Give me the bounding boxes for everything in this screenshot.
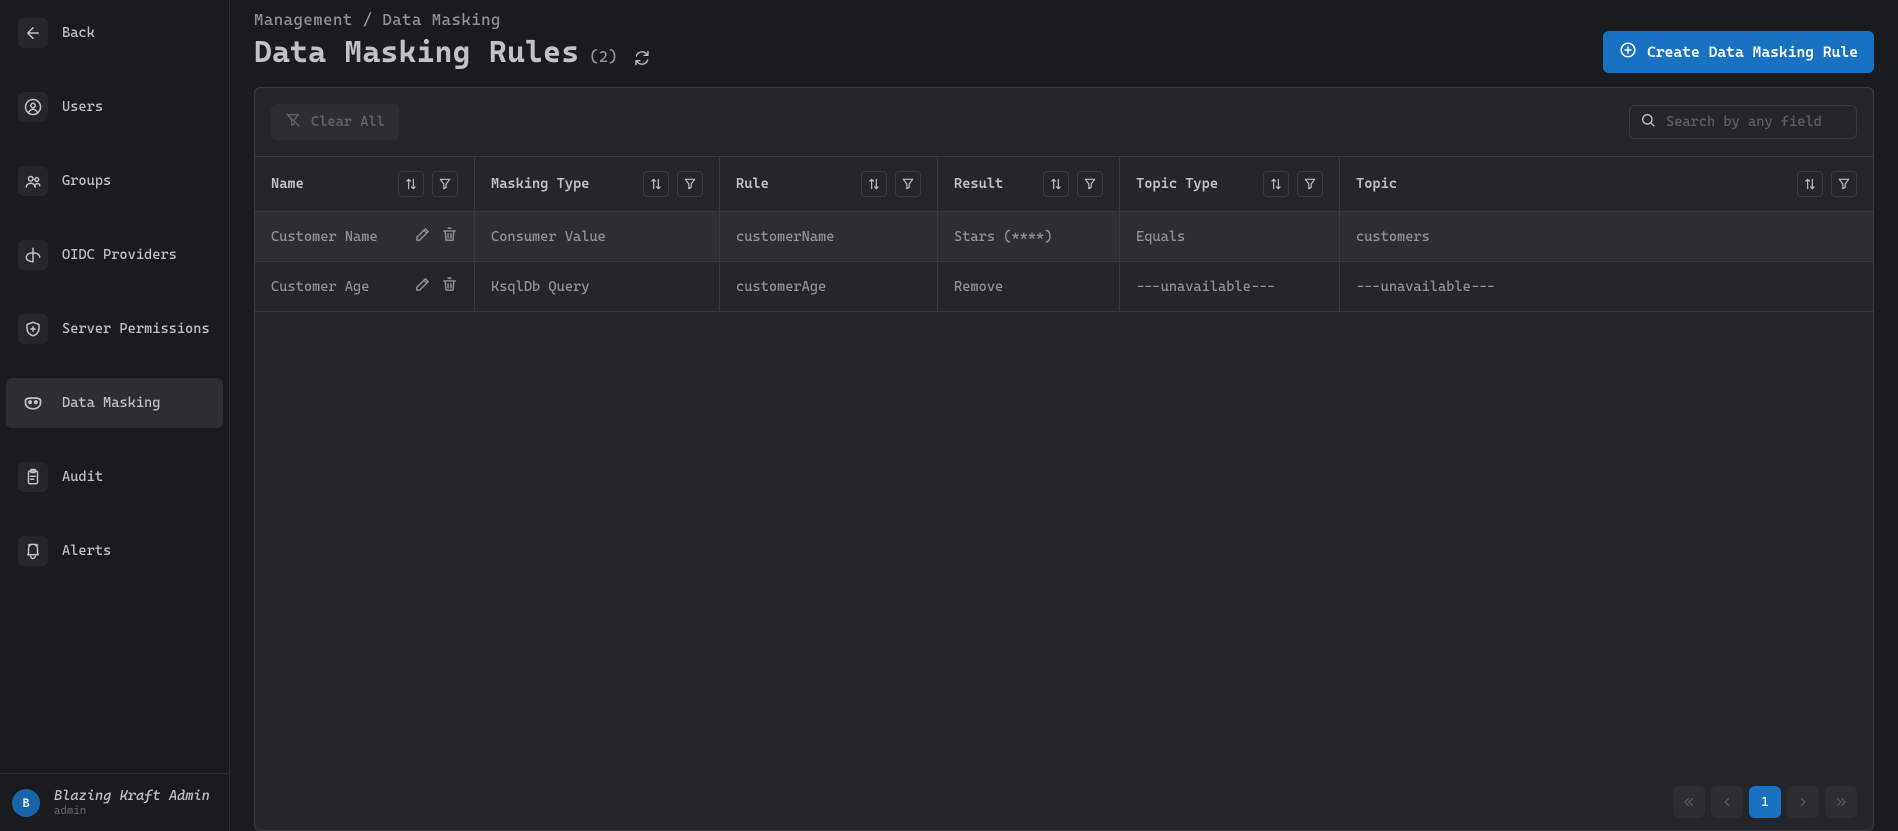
cell-result: Remove [954, 279, 1103, 295]
column-header-name: Name [255, 157, 475, 211]
edit-icon[interactable] [414, 276, 431, 297]
page-title: Data Masking Rules [254, 35, 579, 70]
user-circle-icon [18, 92, 48, 122]
filter-icon[interactable] [1831, 171, 1857, 197]
users-icon [18, 166, 48, 196]
sort-icon[interactable] [861, 171, 887, 197]
sidebar-item-alerts[interactable]: Alerts [6, 526, 223, 576]
cell-topic-type: Equals [1136, 229, 1323, 245]
create-button[interactable]: Create Data Masking Rule [1603, 31, 1874, 73]
trash-icon[interactable] [441, 276, 458, 297]
table-header: Name Masking Type Rule [255, 157, 1873, 212]
sidebar-item-label: Users [62, 99, 103, 115]
cell-rule: customerName [736, 229, 921, 245]
create-button-label: Create Data Masking Rule [1647, 43, 1858, 61]
breadcrumb-current: Data Masking [382, 10, 501, 29]
main-content: Management / Data Masking Data Masking R… [230, 0, 1898, 831]
user-role: admin [54, 804, 210, 817]
clear-all-button[interactable]: Clear All [271, 104, 399, 140]
search-input[interactable] [1666, 114, 1846, 130]
sidebar: Back Users Groups OIDC Providers Server … [0, 0, 230, 831]
sidebar-item-back[interactable]: Back [6, 8, 223, 58]
arrow-left-icon [18, 18, 48, 48]
sidebar-item-label: Alerts [62, 543, 111, 559]
avatar: B [12, 789, 40, 817]
user-info: Blazing Kraft Admin admin [54, 788, 210, 817]
column-header-result: Result [938, 157, 1120, 211]
table-row[interactable]: Customer Age KsqlDb Query customerAge Re… [255, 262, 1873, 312]
table-panel: Clear All Name Masking Type [254, 87, 1874, 831]
title-group: Data Masking Rules (2) [254, 35, 650, 70]
openid-icon [18, 240, 48, 270]
sort-icon[interactable] [1043, 171, 1069, 197]
sidebar-item-label: Groups [62, 173, 111, 189]
sort-icon[interactable] [1797, 171, 1823, 197]
sidebar-item-label: Audit [62, 469, 103, 485]
plus-circle-icon [1619, 41, 1637, 63]
sidebar-item-label: Back [62, 25, 95, 41]
page-next-button[interactable] [1787, 786, 1819, 818]
table-body: Customer Name Consumer Value customerNam… [255, 212, 1873, 774]
page-last-button[interactable] [1825, 786, 1857, 818]
sidebar-items: Back Users Groups OIDC Providers Server … [0, 0, 229, 773]
shield-plus-icon [18, 314, 48, 344]
column-header-topic: Topic [1340, 157, 1873, 211]
breadcrumb-parent[interactable]: Management [254, 10, 353, 29]
cell-rule: customerAge [736, 279, 921, 295]
sidebar-item-label: Data Masking [62, 395, 160, 411]
clipboard-icon [18, 462, 48, 492]
cell-name: Customer Name [271, 229, 414, 245]
cell-topic-type: ---unavailable--- [1136, 279, 1323, 295]
panel-toolbar: Clear All [255, 88, 1873, 156]
search-wrap[interactable] [1629, 105, 1857, 139]
filter-off-icon [285, 112, 301, 132]
sidebar-item-label: OIDC Providers [62, 247, 177, 263]
search-icon [1640, 112, 1656, 132]
sidebar-item-groups[interactable]: Groups [6, 156, 223, 206]
cell-result: Stars (****) [954, 229, 1103, 245]
trash-icon[interactable] [441, 226, 458, 247]
edit-icon[interactable] [414, 226, 431, 247]
filter-icon[interactable] [432, 171, 458, 197]
cell-masking-type: Consumer Value [491, 229, 703, 245]
header-row: Data Masking Rules (2) Create Data Maski… [254, 31, 1874, 73]
sort-icon[interactable] [643, 171, 669, 197]
sidebar-item-data-masking[interactable]: Data Masking [6, 378, 223, 428]
breadcrumb-sep: / [363, 10, 373, 29]
user-name: Blazing Kraft Admin [54, 788, 210, 804]
cell-masking-type: KsqlDb Query [491, 279, 703, 295]
clear-all-label: Clear All [311, 114, 385, 130]
table-row[interactable]: Customer Name Consumer Value customerNam… [255, 212, 1873, 262]
sort-icon[interactable] [398, 171, 424, 197]
alert-icon [18, 536, 48, 566]
filter-icon[interactable] [895, 171, 921, 197]
sidebar-item-label: Server Permissions [62, 321, 210, 337]
data-table: Name Masking Type Rule [255, 156, 1873, 774]
breadcrumb: Management / Data Masking [254, 10, 1874, 29]
mask-icon [18, 388, 48, 418]
cell-name: Customer Age [271, 279, 414, 295]
filter-icon[interactable] [1077, 171, 1103, 197]
page-first-button[interactable] [1673, 786, 1705, 818]
cell-topic: customers [1356, 229, 1857, 245]
column-header-topic-type: Topic Type [1120, 157, 1340, 211]
page-prev-button[interactable] [1711, 786, 1743, 818]
sidebar-footer[interactable]: B Blazing Kraft Admin admin [0, 773, 229, 831]
count-badge: (2) [589, 47, 617, 66]
page-number-button[interactable]: 1 [1749, 786, 1781, 818]
sidebar-item-oidc[interactable]: OIDC Providers [6, 230, 223, 280]
sidebar-item-permissions[interactable]: Server Permissions [6, 304, 223, 354]
filter-icon[interactable] [1297, 171, 1323, 197]
pagination: 1 [255, 774, 1873, 830]
refresh-icon[interactable] [634, 50, 650, 70]
sidebar-item-users[interactable]: Users [6, 82, 223, 132]
column-header-masking-type: Masking Type [475, 157, 720, 211]
column-header-rule: Rule [720, 157, 938, 211]
filter-icon[interactable] [677, 171, 703, 197]
cell-topic: ---unavailable--- [1356, 279, 1857, 295]
sidebar-item-audit[interactable]: Audit [6, 452, 223, 502]
sort-icon[interactable] [1263, 171, 1289, 197]
